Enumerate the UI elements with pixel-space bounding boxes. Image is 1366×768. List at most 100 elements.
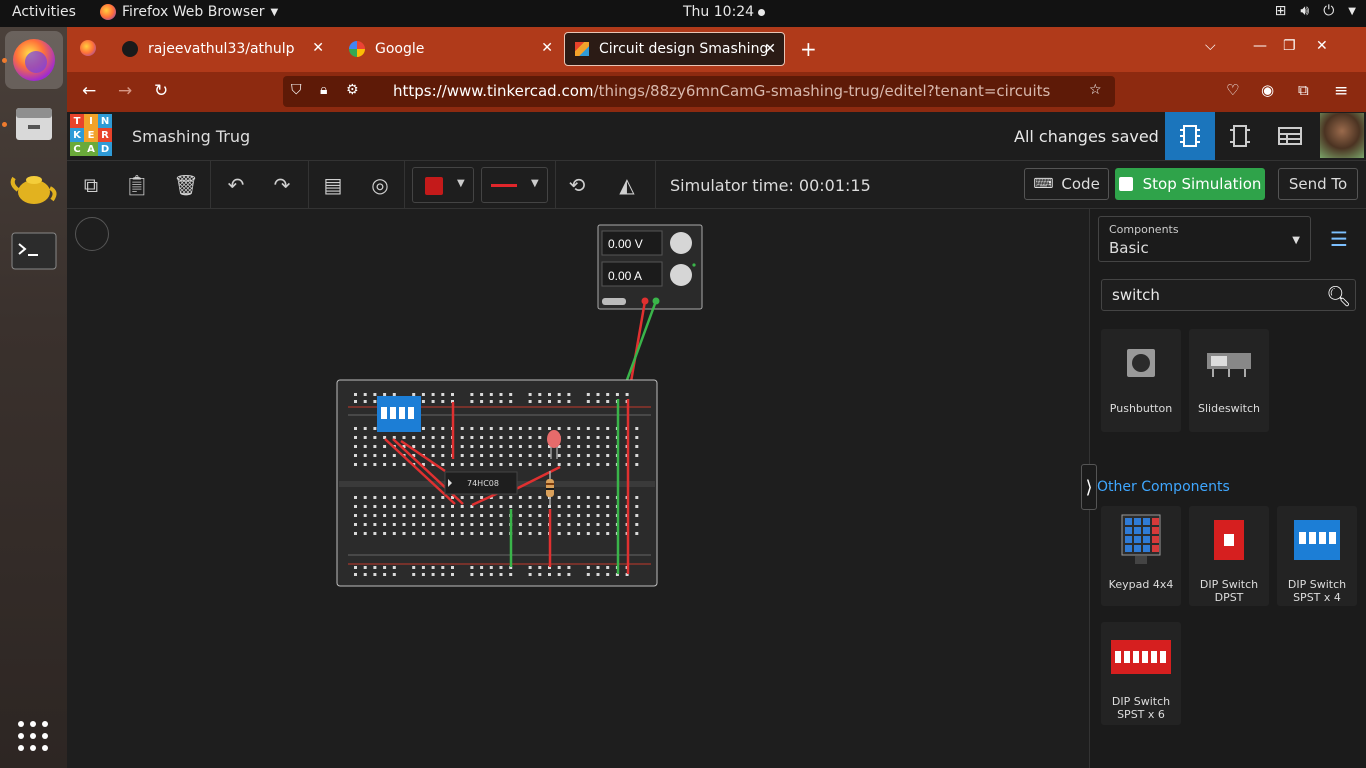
breadboard-hole[interactable] [489, 532, 493, 535]
breadboard-hole[interactable] [538, 532, 542, 535]
close-window-icon[interactable]: ✕ [1316, 38, 1328, 54]
breadboard-hole[interactable] [373, 445, 377, 448]
breadboard-hole[interactable] [354, 566, 357, 569]
component-pushbutton[interactable]: Pushbutton [1101, 329, 1181, 432]
breadboard-hole[interactable] [528, 505, 532, 508]
breadboard-hole[interactable] [470, 436, 474, 439]
breadboard-hole[interactable] [363, 523, 367, 526]
breadboard-hole[interactable] [509, 436, 513, 439]
breadboard-hole[interactable] [548, 393, 551, 396]
breadboard-hole[interactable] [528, 523, 532, 526]
breadboard-hole[interactable] [480, 400, 484, 403]
breadboard-hole[interactable] [470, 573, 474, 576]
breadboard-hole[interactable] [383, 445, 387, 448]
breadboard-hole[interactable] [392, 505, 396, 508]
component-dip-spst-4[interactable]: DIP Switch SPST x 4 [1277, 506, 1357, 606]
breadboard-hole[interactable] [392, 454, 396, 457]
breadboard-hole[interactable] [577, 454, 581, 457]
breadboard-hole[interactable] [451, 393, 454, 396]
url-bar[interactable]: ⛉ 🔒︎ ⚙ https://www.tinkercad.com/things/… [283, 76, 1115, 107]
tab-tinkercad[interactable]: Circuit design Smashing T ✕ [564, 32, 785, 66]
breadboard-hole[interactable] [470, 514, 474, 517]
breadboard-hole[interactable] [489, 514, 493, 517]
breadboard-hole[interactable] [489, 393, 493, 396]
breadboard-hole[interactable] [606, 566, 610, 569]
breadboard-hole[interactable] [354, 514, 357, 517]
breadboard-hole[interactable] [421, 573, 425, 576]
breadboard-hole[interactable] [431, 514, 435, 517]
flip-icon[interactable]: ◭ [612, 170, 642, 200]
breadboard-hole[interactable] [596, 523, 600, 526]
breadboard-hole[interactable] [421, 505, 425, 508]
dock-teapot[interactable] [5, 157, 63, 215]
copy-icon[interactable]: ⧉ [76, 170, 106, 200]
breadboard-hole[interactable] [373, 463, 377, 466]
breadboard-hole[interactable] [392, 514, 396, 517]
breadboard-hole[interactable] [499, 436, 503, 439]
breadboard-hole[interactable] [596, 400, 600, 403]
breadboard-hole[interactable] [363, 496, 367, 499]
breadboard-hole[interactable] [509, 496, 513, 499]
breadboard-hole[interactable] [567, 523, 571, 526]
list-all-tabs-icon[interactable]: ⌵ [1205, 38, 1216, 54]
extensions-icon[interactable]: ⧉ [1298, 81, 1309, 99]
breadboard-hole[interactable] [431, 573, 435, 576]
breadboard-hole[interactable] [518, 532, 522, 535]
breadboard-hole[interactable] [383, 496, 387, 499]
breadboard-hole[interactable] [499, 573, 503, 576]
menu-icon[interactable]: ≡ [1334, 81, 1348, 101]
breadboard-hole[interactable] [431, 496, 435, 499]
breadboard-hole[interactable] [586, 514, 590, 517]
breadboard-hole[interactable] [363, 436, 367, 439]
breadboard-hole[interactable] [548, 573, 551, 576]
breadboard-hole[interactable] [509, 400, 513, 403]
breadboard-hole[interactable] [441, 514, 445, 517]
breadboard-hole[interactable] [577, 496, 581, 499]
breadboard-hole[interactable] [528, 566, 532, 569]
breadboard-hole[interactable] [412, 393, 416, 396]
breadboard-hole[interactable] [538, 436, 542, 439]
breadboard-hole[interactable] [538, 427, 542, 430]
paste-icon[interactable]: 📋︎ [122, 170, 152, 200]
breadboard-hole[interactable] [470, 463, 474, 466]
breadboard-hole[interactable] [567, 514, 571, 517]
breadboard-hole[interactable] [412, 566, 416, 569]
breadboard-hole[interactable] [470, 523, 474, 526]
breadboard-hole[interactable] [499, 454, 503, 457]
breadboard-hole[interactable] [354, 400, 357, 403]
breadboard-hole[interactable] [548, 427, 551, 430]
breadboard-hole[interactable] [606, 427, 610, 430]
breadboard-hole[interactable] [460, 436, 464, 439]
breadboard-hole[interactable] [489, 427, 493, 430]
breadboard-hole[interactable] [441, 436, 445, 439]
breadboard-hole[interactable] [460, 463, 464, 466]
breadboard-hole[interactable] [480, 496, 484, 499]
tab-github[interactable]: rajeevathul33/athulp ✕ [112, 32, 332, 66]
breadboard-hole[interactable] [586, 505, 590, 508]
breadboard-hole[interactable] [373, 496, 377, 499]
breadboard-hole[interactable] [480, 566, 484, 569]
search-input[interactable] [1101, 279, 1356, 311]
breadboard-hole[interactable] [538, 523, 542, 526]
breadboard-hole[interactable] [431, 566, 435, 569]
breadboard-hole[interactable] [577, 505, 581, 508]
breadboard-hole[interactable] [480, 523, 484, 526]
breadboard-hole[interactable] [383, 573, 387, 576]
breadboard-hole[interactable] [635, 463, 639, 466]
breadboard-hole[interactable] [363, 454, 367, 457]
breadboard-hole[interactable] [431, 436, 435, 439]
breadboard-hole[interactable] [528, 436, 532, 439]
breadboard-hole[interactable] [596, 532, 600, 535]
breadboard-hole[interactable] [412, 523, 416, 526]
breadboard-hole[interactable] [596, 393, 600, 396]
breadboard-hole[interactable] [528, 454, 532, 457]
breadboard-hole[interactable] [392, 463, 396, 466]
list-view-icon[interactable]: ☰ [1330, 227, 1348, 251]
breadboard-hole[interactable] [635, 505, 639, 508]
component-keypad[interactable]: Keypad 4x4 [1101, 506, 1181, 606]
breadboard-hole[interactable] [363, 463, 367, 466]
breadboard-hole[interactable] [451, 463, 454, 466]
breadboard-hole[interactable] [373, 514, 377, 517]
close-icon[interactable]: ✕ [764, 41, 776, 57]
undo-icon[interactable]: ↶ [221, 170, 251, 200]
